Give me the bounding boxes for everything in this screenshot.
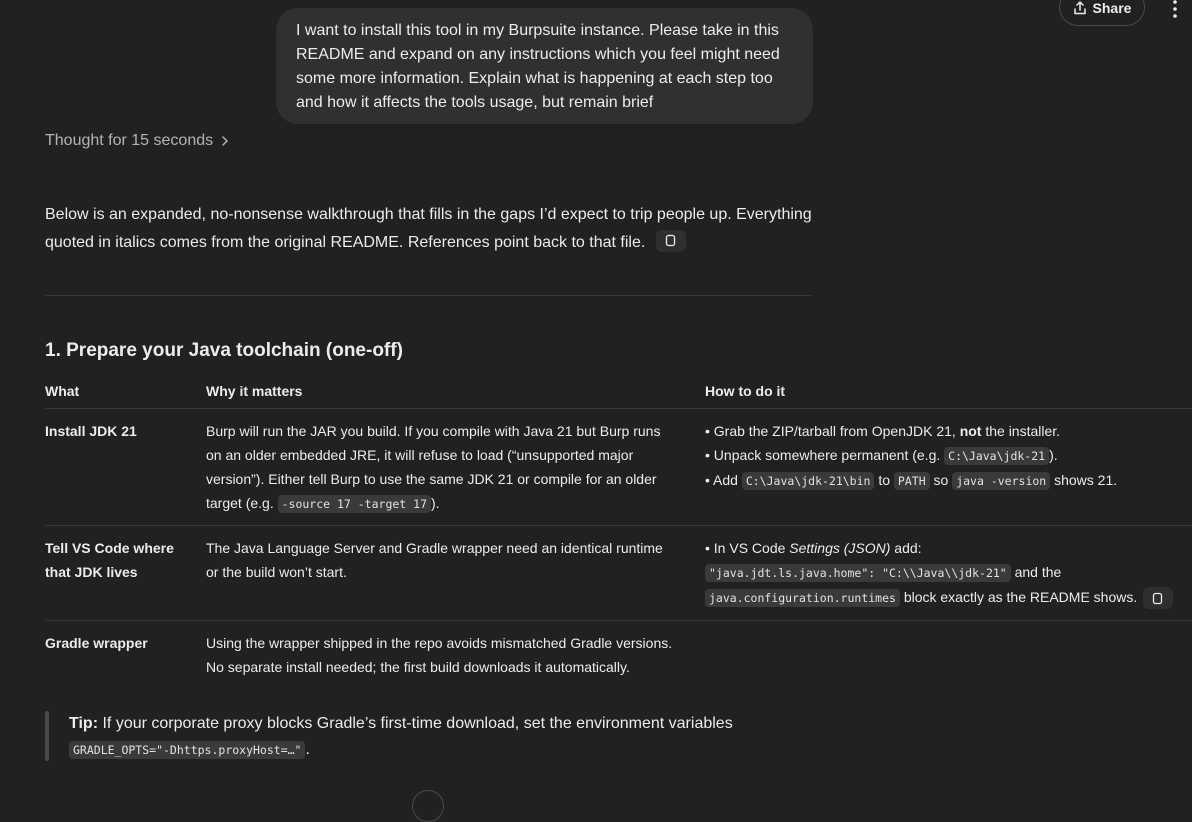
copy-button[interactable] bbox=[655, 229, 686, 252]
share-label: Share bbox=[1092, 0, 1132, 16]
share-button[interactable]: Share bbox=[1059, 0, 1145, 26]
tip-label: Tip: bbox=[69, 715, 99, 732]
table-row-1-what: Install JDK 21 bbox=[45, 423, 137, 439]
section-divider bbox=[45, 295, 812, 296]
code-snippet: java.configuration.runtimes bbox=[705, 589, 900, 607]
thought-toggle[interactable]: Thought for 15 seconds bbox=[45, 129, 229, 153]
user-message-bubble: I want to install this tool in my Burpsu… bbox=[276, 8, 813, 124]
table-row-1-how: • Grab the ZIP/tarball from OpenJDK 21, … bbox=[705, 419, 1185, 493]
table-row-3-why: Using the wrapper shipped in the repo av… bbox=[206, 635, 673, 675]
copy-icon bbox=[665, 234, 675, 247]
thought-label: Thought for 15 seconds bbox=[45, 132, 214, 149]
more-options-button[interactable] bbox=[1166, 0, 1184, 20]
tip-blockquote: Tip: If your corporate proxy blocks Grad… bbox=[69, 715, 733, 759]
code-snippet: "java.jdt.ls.java.home": "C:\\Java\\jdk-… bbox=[705, 564, 1011, 582]
section-title: 1. Prepare your Java toolchain (one-off) bbox=[45, 340, 403, 361]
scroll-down-button[interactable] bbox=[412, 790, 444, 822]
copy-button[interactable] bbox=[1143, 587, 1174, 610]
table-row-2-how: • In VS Code Settings (JSON) add: "java.… bbox=[705, 536, 1185, 610]
intro-paragraph: Below is an expanded, no-nonsense walkth… bbox=[45, 201, 825, 257]
tip-blockquote-bar bbox=[45, 711, 49, 761]
code-snippet: C:\Java\jdk-21 bbox=[944, 447, 1050, 465]
how-bullet: • Unpack somewhere permanent (e.g. C:\Ja… bbox=[705, 447, 1058, 465]
column-header-what: What bbox=[45, 383, 80, 399]
table-header-divider bbox=[45, 408, 1192, 409]
code-snippet: PATH bbox=[893, 472, 930, 490]
code-snippet: java -version bbox=[952, 472, 1051, 490]
share-icon bbox=[1073, 1, 1086, 15]
how-bullet: • Add C:\Java\jdk-21\bin to PATH so java… bbox=[705, 472, 1118, 490]
vertical-dots-icon bbox=[1173, 0, 1177, 18]
chevron-right-icon bbox=[222, 136, 228, 146]
how-bullet: • Grab the ZIP/tarball from OpenJDK 21, … bbox=[705, 423, 1061, 439]
user-message-text: I want to install this tool in my Burpsu… bbox=[296, 22, 780, 111]
table-row-divider bbox=[45, 620, 1192, 621]
table-row-2-why: The Java Language Server and Gradle wrap… bbox=[206, 540, 663, 580]
how-bullet: • In VS Code Settings (JSON) add: bbox=[705, 540, 922, 556]
copy-icon bbox=[1153, 592, 1163, 604]
table-row-divider bbox=[45, 525, 1192, 526]
table-row-2-what: Tell VS Code where that JDK lives bbox=[45, 540, 174, 580]
intro-text: Below is an expanded, no-nonsense walkth… bbox=[45, 206, 812, 251]
code-snippet: GRADLE_OPTS="-Dhttps.proxyHost=…" bbox=[69, 741, 306, 759]
table-row-1-why: Burp will run the JAR you build. If you … bbox=[206, 423, 661, 513]
column-header-how: How to do it bbox=[705, 383, 786, 399]
column-header-why: Why it matters bbox=[206, 383, 303, 399]
code-snippet: C:\Java\jdk-21\bin bbox=[741, 472, 875, 490]
code-snippet: -source 17 -target 17 bbox=[277, 495, 431, 513]
table-row-3-what: Gradle wrapper bbox=[45, 635, 148, 651]
